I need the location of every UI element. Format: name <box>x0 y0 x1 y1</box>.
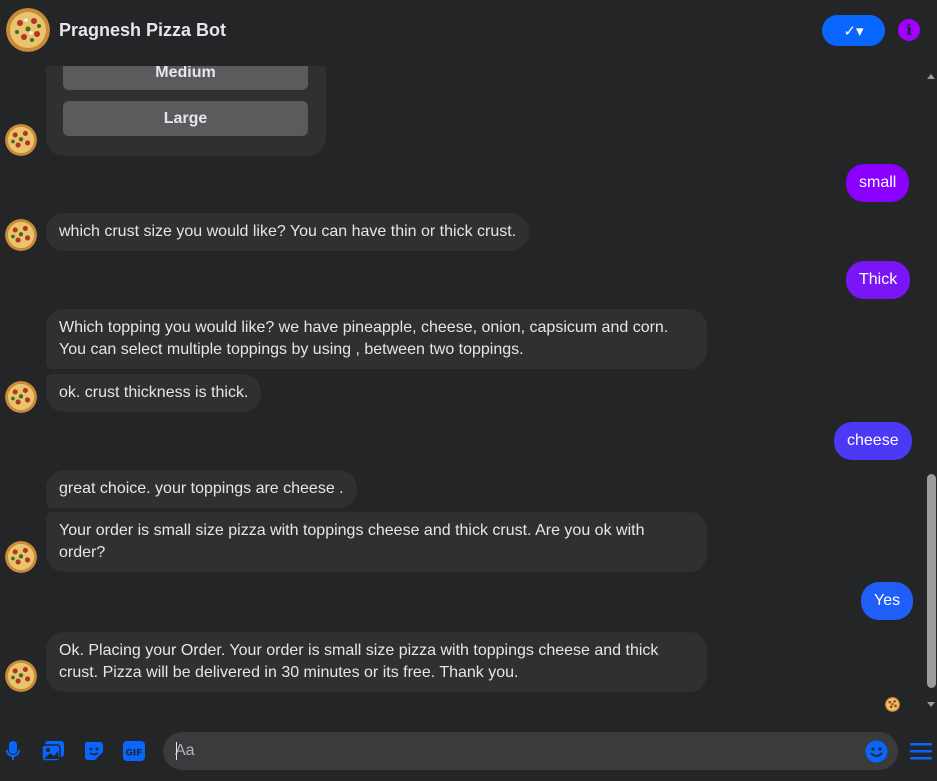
quick-reply-medium-button[interactable]: Medium <box>63 66 308 90</box>
user-message: cheese <box>834 422 912 460</box>
user-message: Yes <box>861 582 914 620</box>
text-caret <box>176 742 177 760</box>
scrollbar[interactable] <box>924 66 937 716</box>
bot-message: Which topping you would like? we have pi… <box>46 309 707 369</box>
bot-avatar-pizza-icon <box>5 219 37 251</box>
bot-message: ok. crust thickness is thick. <box>46 374 262 412</box>
seen-receipt-pizza-icon <box>885 697 900 712</box>
emoji-icon[interactable] <box>864 739 888 763</box>
quick-reply-large-button[interactable]: Large <box>63 101 308 136</box>
chat-title: Pragnesh Pizza Bot <box>59 20 227 40</box>
svg-text:GIF: GIF <box>126 749 143 759</box>
user-message: small <box>846 164 910 202</box>
message-list: Medium Large small which crust size you … <box>0 66 924 716</box>
scroll-up-arrow-icon[interactable] <box>927 74 935 79</box>
scroll-down-arrow-icon[interactable] <box>927 702 935 707</box>
bot-avatar-pizza-icon <box>5 541 37 573</box>
bot-message: Your order is small size pizza with topp… <box>46 512 707 572</box>
bot-avatar-pizza-icon <box>5 124 37 156</box>
message-input[interactable] <box>175 732 855 770</box>
microphone-icon[interactable] <box>4 740 22 762</box>
composer-bar: GIF <box>0 716 937 781</box>
message-input-wrap[interactable] <box>163 732 898 770</box>
menu-icon[interactable] <box>909 741 933 761</box>
bot-message: Ok. Placing your Order. Your order is sm… <box>46 632 707 692</box>
info-icon[interactable]: i <box>898 19 920 41</box>
bot-message: great choice. your toppings are cheese . <box>46 470 357 508</box>
bot-avatar-pizza-icon <box>5 660 37 692</box>
sticker-icon[interactable] <box>82 740 106 762</box>
chat-header: Pragnesh Pizza Bot ✓▾ i <box>0 0 937 66</box>
image-icon[interactable] <box>41 740 65 762</box>
mark-done-button[interactable]: ✓▾ <box>822 15 885 46</box>
user-message: Thick <box>846 261 911 299</box>
gif-icon[interactable]: GIF <box>122 740 146 762</box>
scrollbar-thumb[interactable] <box>927 474 936 688</box>
bot-avatar-pizza-icon[interactable] <box>6 8 50 52</box>
quick-reply-card: Medium Large <box>46 66 326 156</box>
bot-avatar-pizza-icon <box>5 381 37 413</box>
bot-message: which crust size you would like? You can… <box>46 213 530 251</box>
